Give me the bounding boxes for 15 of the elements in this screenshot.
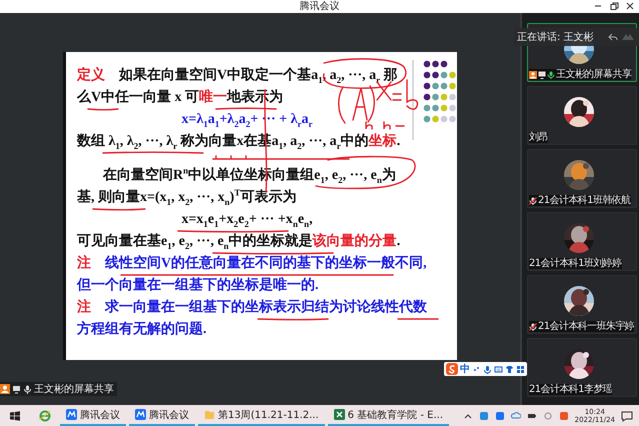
formula-text: x=x$_{1}$e$_{1}$+x$_{2}$e$_{2}$+ ··· +x$_{n}$e$_{n}$,	[180, 211, 314, 231]
participant-name: 刘昂	[529, 132, 548, 143]
participant-name: 21会计本科1李梦瑶	[529, 384, 612, 395]
window-title: 腾讯会议	[300, 0, 340, 13]
share-label: 王文彬的屏幕共享	[34, 382, 114, 396]
slide-text: 注 线性空间V的任意向量在不同的基下的坐标一般不同,	[77, 254, 428, 273]
participant-name: 21会计本科1班韩依航	[538, 195, 630, 206]
participant-name: 21会计本科1班刘婷婷	[529, 258, 622, 269]
slide-text: 但一个向量在一组基下的坐标是唯一的.	[77, 276, 320, 295]
slide-text: 可见向量在基e$_{1}$, e$_{2}$, ···, e$_{n}$中的坐标就是该向量的分量.	[77, 232, 402, 253]
participant-name: 21会计本科一班朱宇婷	[538, 321, 634, 332]
slide-text: 基, 则向量x=(x$_{1}$, x$_{2}$, ···, x$_{n}$)$^{T}$可表示为	[77, 187, 298, 209]
participant-name: 王文彬的屏幕共享	[556, 69, 632, 80]
slide-text: 注 求一向量在一组基下的坐标表示归结为讨论线性代数	[77, 298, 428, 317]
slide-text: 方程组有无解的问题.	[77, 320, 208, 339]
